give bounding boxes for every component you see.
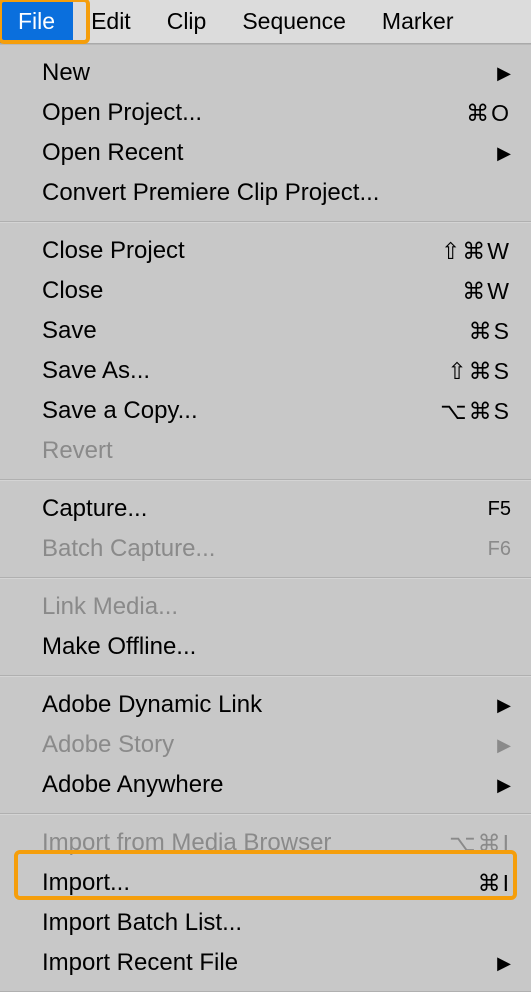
- menu-label: Revert: [42, 437, 511, 465]
- menu-capture[interactable]: Capture... F5: [0, 489, 531, 529]
- menu-import-recent-file[interactable]: Import Recent File ▶: [0, 943, 531, 983]
- menu-label: New: [42, 59, 485, 87]
- file-dropdown: New ▶ Open Project... ⌘O Open Recent ▶ C…: [0, 44, 531, 992]
- submenu-arrow-icon: ▶: [493, 695, 511, 716]
- menu-close[interactable]: Close ⌘W: [0, 271, 531, 311]
- menu-label: Adobe Anywhere: [42, 771, 485, 799]
- menu-label: Batch Capture...: [42, 535, 431, 563]
- menu-save-as[interactable]: Save As... ⇧⌘S: [0, 351, 531, 391]
- menu-adobe-dynamic-link[interactable]: Adobe Dynamic Link ▶: [0, 685, 531, 725]
- menu-label: Convert Premiere Clip Project...: [42, 179, 511, 207]
- menu-section-4: Adobe Dynamic Link ▶ Adobe Story ▶ Adobe…: [0, 676, 531, 814]
- menu-close-project[interactable]: Close Project ⇧⌘W: [0, 231, 531, 271]
- shortcut: ⌘O: [431, 100, 511, 127]
- submenu-arrow-icon: ▶: [493, 953, 511, 974]
- menu-section-3: Link Media... Make Offline...: [0, 578, 531, 676]
- menu-section-2: Capture... F5 Batch Capture... F6: [0, 480, 531, 578]
- menu-link-media: Link Media...: [0, 587, 531, 627]
- shortcut: ⌘S: [431, 318, 511, 345]
- menu-label: Save As...: [42, 357, 431, 385]
- submenu-arrow-icon: ▶: [493, 63, 511, 84]
- menu-label: Open Project...: [42, 99, 431, 127]
- menu-label: Save a Copy...: [42, 397, 431, 425]
- menubar: File Edit Clip Sequence Marker: [0, 0, 531, 44]
- menu-save[interactable]: Save ⌘S: [0, 311, 531, 351]
- menu-label: Import Recent File: [42, 949, 485, 977]
- menu-label: Make Offline...: [42, 633, 511, 661]
- shortcut: ⌥⌘I: [431, 830, 511, 857]
- menu-label: Capture...: [42, 495, 431, 523]
- menu-section-1: Close Project ⇧⌘W Close ⌘W Save ⌘S Save …: [0, 222, 531, 480]
- menu-import[interactable]: Import... ⌘I: [0, 863, 531, 903]
- menubar-sequence[interactable]: Sequence: [224, 0, 364, 43]
- shortcut: ⌥⌘S: [431, 398, 511, 425]
- menu-convert-premiere-clip[interactable]: Convert Premiere Clip Project...: [0, 173, 531, 213]
- shortcut: ⌘I: [431, 870, 511, 897]
- menubar-edit[interactable]: Edit: [73, 0, 149, 43]
- shortcut: ⇧⌘W: [431, 238, 511, 265]
- menubar-marker[interactable]: Marker: [364, 0, 472, 43]
- shortcut: F5: [431, 498, 511, 521]
- menu-label: Import from Media Browser: [42, 829, 431, 857]
- menu-open-recent[interactable]: Open Recent ▶: [0, 133, 531, 173]
- menu-adobe-anywhere[interactable]: Adobe Anywhere ▶: [0, 765, 531, 805]
- menubar-file[interactable]: File: [0, 0, 73, 43]
- menu-batch-capture: Batch Capture... F6: [0, 529, 531, 569]
- menu-label: Open Recent: [42, 139, 485, 167]
- submenu-arrow-icon: ▶: [493, 775, 511, 796]
- menu-adobe-story: Adobe Story ▶: [0, 725, 531, 765]
- submenu-arrow-icon: ▶: [493, 735, 511, 756]
- menu-label: Adobe Story: [42, 731, 485, 759]
- menu-label: Import...: [42, 869, 431, 897]
- menu-save-copy[interactable]: Save a Copy... ⌥⌘S: [0, 391, 531, 431]
- menu-label: Close: [42, 277, 431, 305]
- menu-label: Import Batch List...: [42, 909, 511, 937]
- menubar-clip[interactable]: Clip: [149, 0, 225, 43]
- menu-label: Close Project: [42, 237, 431, 265]
- menu-label: Link Media...: [42, 593, 511, 621]
- menu-label: Adobe Dynamic Link: [42, 691, 485, 719]
- menu-import-from-media-browser: Import from Media Browser ⌥⌘I: [0, 823, 531, 863]
- shortcut: ⌘W: [431, 278, 511, 305]
- menu-open-project[interactable]: Open Project... ⌘O: [0, 93, 531, 133]
- menu-make-offline[interactable]: Make Offline...: [0, 627, 531, 667]
- menu-new[interactable]: New ▶: [0, 53, 531, 93]
- menu-section-0: New ▶ Open Project... ⌘O Open Recent ▶ C…: [0, 45, 531, 222]
- shortcut: F6: [431, 538, 511, 561]
- menu-label: Save: [42, 317, 431, 345]
- menu-import-batch-list[interactable]: Import Batch List...: [0, 903, 531, 943]
- menu-section-5: Import from Media Browser ⌥⌘I Import... …: [0, 814, 531, 992]
- menu-revert: Revert: [0, 431, 531, 471]
- submenu-arrow-icon: ▶: [493, 143, 511, 164]
- shortcut: ⇧⌘S: [431, 358, 511, 385]
